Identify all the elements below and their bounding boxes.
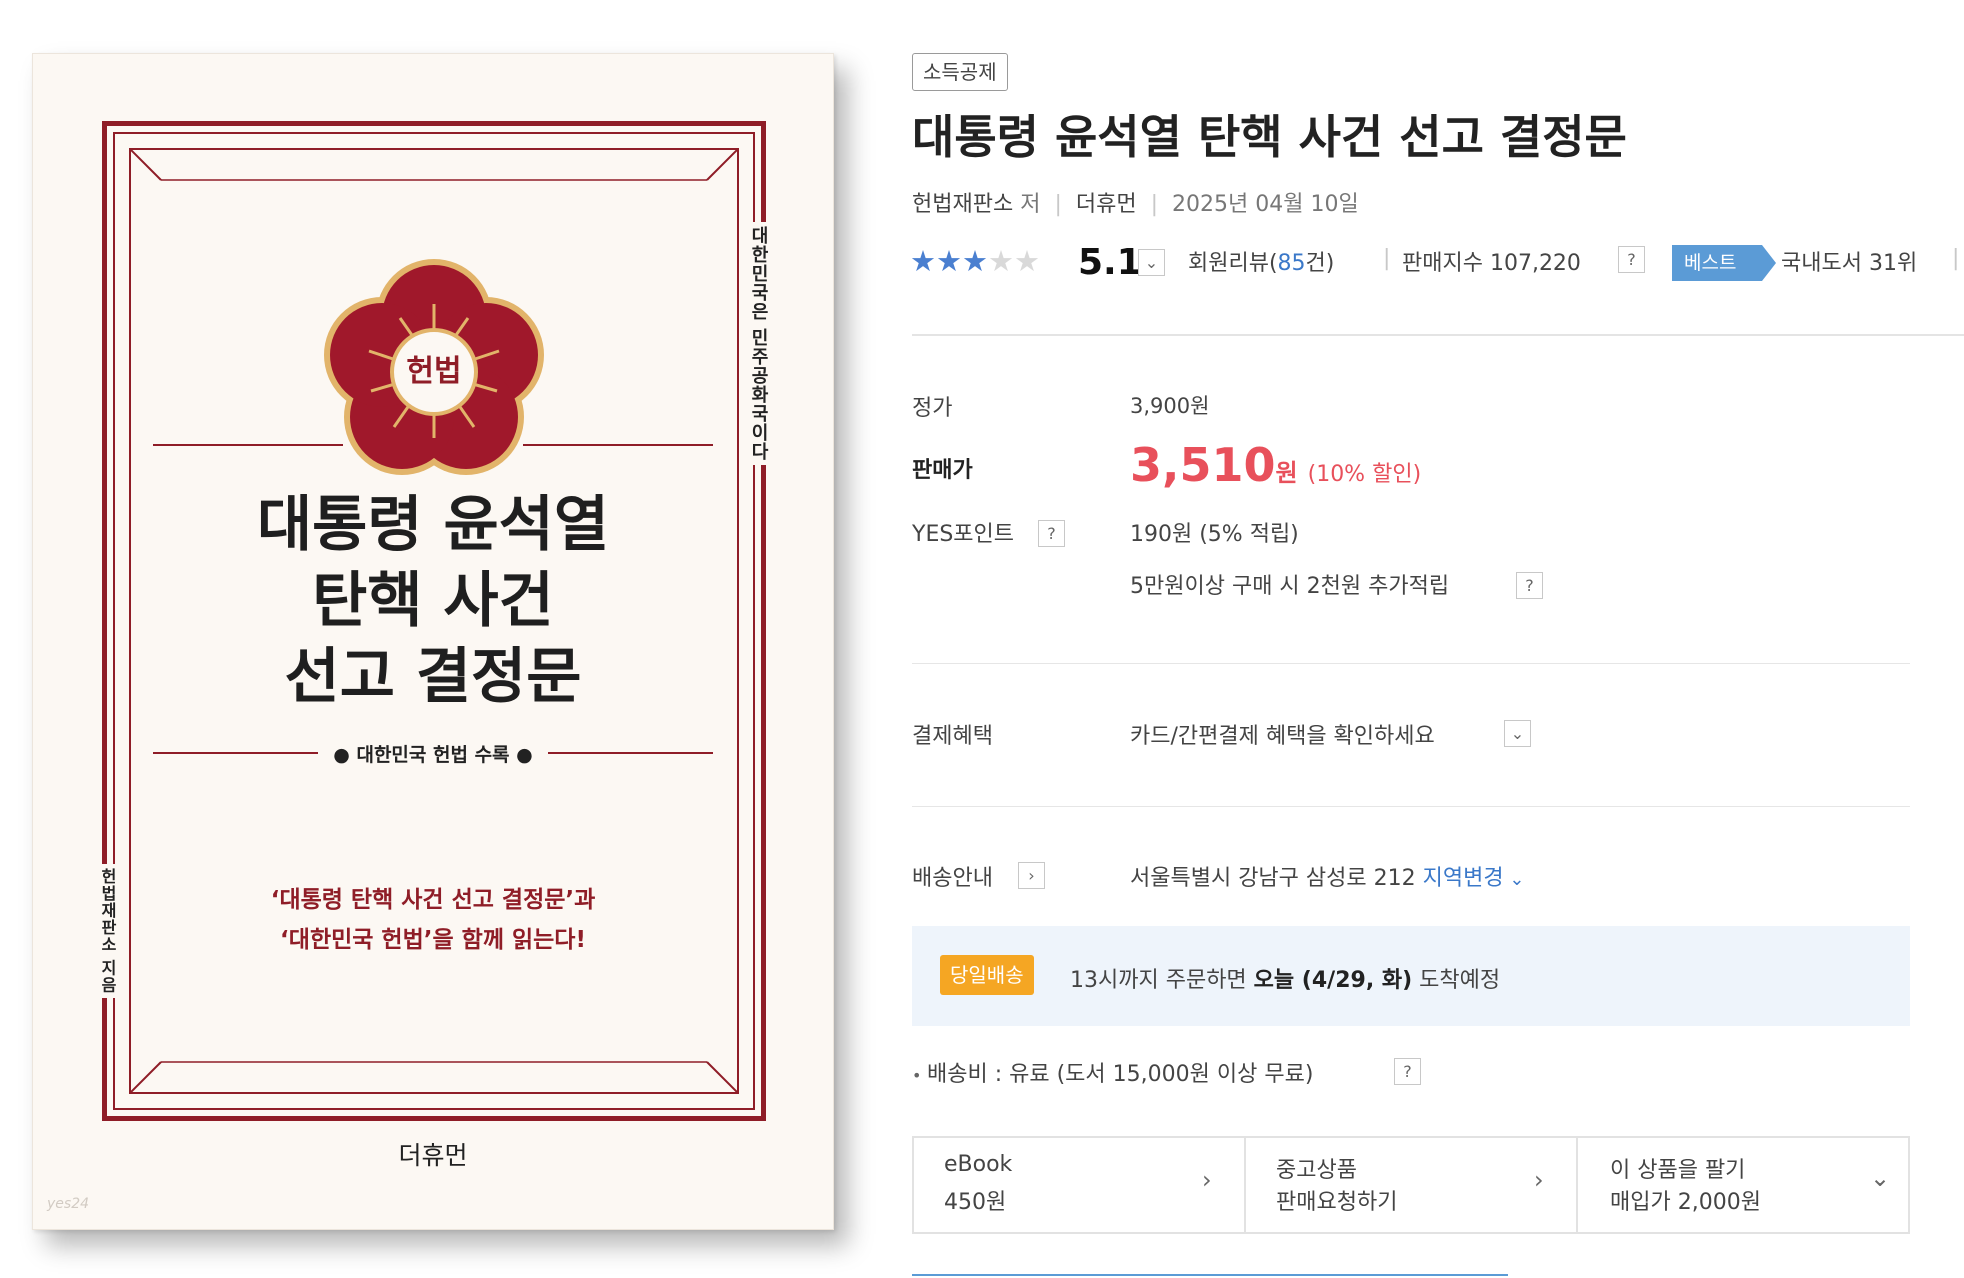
extra-point-help-button[interactable]: ?: [1516, 572, 1543, 599]
delivery-date: 오늘 (4/29, 화): [1253, 968, 1413, 993]
best-rank-link[interactable]: 국내도서 31위: [1781, 245, 1917, 277]
cover-rule: [523, 444, 713, 446]
list-price-label: 정가: [912, 396, 953, 421]
chevron-down-icon: ⌄: [1144, 253, 1159, 272]
divider: [912, 663, 1910, 664]
sale-price-unit: 원: [1275, 459, 1298, 487]
payment-benefit-dropdown[interactable]: ⌄: [1504, 720, 1531, 747]
publisher-link[interactable]: 더휴먼: [1076, 192, 1137, 217]
chevron-down-icon: ⌄: [1510, 724, 1525, 743]
author-suffix: 저: [1020, 192, 1041, 217]
cover-vertical-text-right: 대한민국은 민주공화국이다: [745, 222, 771, 466]
shipping-fee: 배송비 : 유료 (도서 15,000원 이상 무료): [927, 1062, 1314, 1087]
review-suffix: 건): [1305, 251, 1335, 276]
rating-dropdown-button[interactable]: ⌄: [1138, 249, 1165, 276]
chevron-right-icon: ›: [1028, 866, 1035, 885]
cover-vertical-text-left: 헌법재판소 지음: [95, 864, 119, 998]
sale-price-label: 판매가: [912, 458, 973, 483]
point-label: YES포인트: [912, 522, 1015, 547]
cover-rule: [153, 444, 343, 446]
sale-price: 3,510: [1130, 438, 1276, 492]
product-title: 대통령 윤석열 탄핵 사건 선고 결정문: [912, 110, 1627, 164]
cover-title-line: 탄핵 사건: [312, 566, 554, 636]
delivery-notice-pre: 13시까지 주문하면: [1070, 968, 1254, 993]
star-icon: ★: [910, 244, 936, 278]
delivery-info-button[interactable]: ›: [1018, 862, 1045, 889]
income-deduction-tag: 소득공제: [912, 53, 1008, 91]
member-review-link[interactable]: 회원리뷰(85건): [1188, 245, 1334, 277]
used-product-title: 중고상품: [1276, 1158, 1357, 1183]
rating-score: 5.1: [1078, 242, 1142, 283]
used-product-request: 판매요청하기: [1276, 1190, 1398, 1215]
bullet: •: [912, 1066, 922, 1085]
cover-subline: ● 대한민국 헌법 수록 ●: [333, 744, 533, 766]
sales-index: 판매지수 107,220: [1402, 251, 1581, 276]
chevron-down-icon[interactable]: ⌄: [1504, 869, 1524, 890]
emblem-label: 헌법: [406, 354, 462, 389]
rating-stars: ★★★★★: [910, 244, 1040, 278]
delivery-notice-post: 도착예정: [1412, 968, 1501, 993]
payment-benefit-label: 결제혜택: [912, 724, 993, 749]
shipping-fee-help-button[interactable]: ?: [1394, 1058, 1421, 1085]
delivery-address-row: 서울특별시 강남구 삼성로 212 지역변경 ⌄: [1130, 860, 1524, 892]
point-help-button[interactable]: ?: [1038, 520, 1065, 547]
ebook-option-price: 450원: [944, 1190, 1007, 1215]
cover-title-line: 대통령 윤석열: [256, 490, 610, 560]
list-price: 3,900원: [1130, 394, 1210, 418]
review-label: 회원리뷰(: [1188, 251, 1278, 276]
product-meta: 헌법재판소 저 | 더휴먼 | 2025년 04월 10일: [912, 192, 1359, 217]
star-icon: ★: [936, 244, 962, 278]
sell-product-price: 매입가 2,000원: [1610, 1190, 1761, 1215]
same-day-badge: 당일배송: [940, 955, 1034, 995]
chevron-down-icon: ⌄: [1870, 1164, 1891, 1192]
tab-underline: [912, 1274, 1508, 1276]
watermark: yes24: [47, 1196, 90, 1212]
ebook-option-title: eBook: [944, 1152, 1013, 1177]
star-icon: ★: [988, 244, 1014, 278]
point-value: 190원 (5% 적립): [1130, 522, 1299, 547]
cover-publisher: 더휴먼: [398, 1141, 468, 1170]
divider: [912, 806, 1910, 807]
sell-product-title: 이 상품을 팔기: [1610, 1158, 1746, 1183]
pub-date: 2025년 04월 10일: [1172, 192, 1359, 217]
sell-product-option[interactable]: 이 상품을 팔기 매입가 2,000원 ⌄: [1576, 1136, 1910, 1234]
cover-tagline: ‘대통령 탄핵 사건 선고 결정문’과: [270, 887, 596, 913]
review-count: 85: [1277, 251, 1306, 276]
chevron-right-icon: ›: [1534, 1166, 1544, 1194]
divider: [912, 334, 1964, 336]
book-cover-image[interactable]: 헌법 대통령 윤석열 탄핵 사건 선고 결정문 ● 대한민국 헌법 수록 ● ‘…: [32, 53, 834, 1230]
delivery-notice: 13시까지 주문하면 오늘 (4/29, 화) 도착예정: [1070, 962, 1500, 994]
discount-rate: (10% 할인): [1307, 462, 1422, 487]
author-link[interactable]: 헌법재판소: [912, 192, 1013, 217]
star-icon: ★: [1014, 244, 1040, 278]
separator: |: [1383, 246, 1391, 271]
cover-tagline: ‘대한민국 헌법’을 함께 읽는다!: [280, 927, 586, 953]
change-region-link[interactable]: 지역변경: [1423, 866, 1504, 891]
cover-title-line: 선고 결정문: [284, 642, 582, 712]
extra-point-text: 5만원이상 구매 시 2천원 추가적립: [1130, 574, 1450, 599]
delivery-info-label: 배송안내: [912, 866, 993, 891]
chevron-right-icon: ›: [1202, 1166, 1212, 1194]
star-icon: ★: [962, 244, 988, 278]
used-product-option[interactable]: 중고상품 판매요청하기 ›: [1244, 1136, 1578, 1234]
sale-price-row: 3,510원 (10% 할인): [1130, 438, 1421, 492]
best-badge: 베스트: [1672, 245, 1762, 281]
separator: |: [1952, 246, 1960, 271]
delivery-address: 서울특별시 강남구 삼성로 212: [1130, 866, 1416, 891]
payment-benefit-text: 카드/간편결제 혜택을 확인하세요: [1130, 724, 1435, 749]
best-badge-arrow: [1762, 245, 1776, 281]
sales-index-help-button[interactable]: ?: [1618, 246, 1645, 273]
ebook-option[interactable]: eBook 450원 ›: [912, 1136, 1246, 1234]
